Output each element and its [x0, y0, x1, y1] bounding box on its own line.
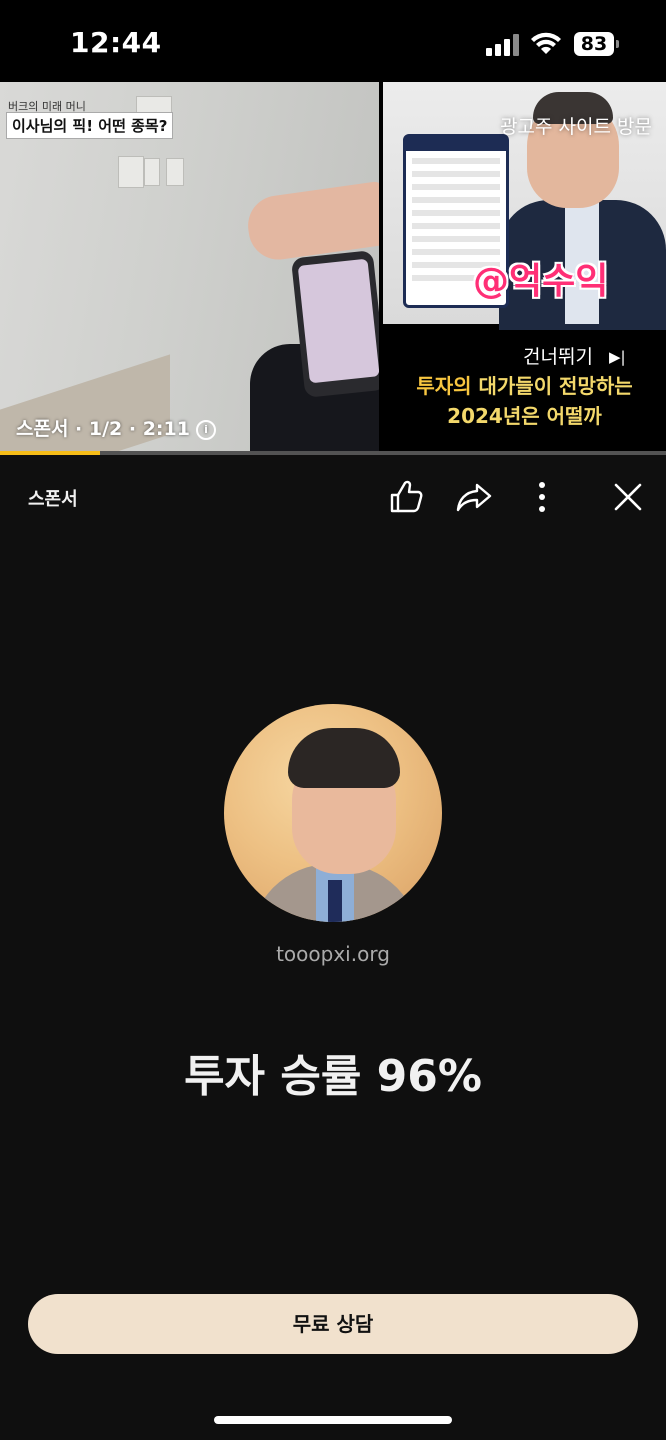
ad-toolbar: 스폰서: [0, 455, 666, 541]
hand-held-phone: [290, 250, 379, 398]
video-headline-line2: 2024년은 어떨까: [447, 404, 602, 428]
video-headline-rest: 대가들이 전망하는: [471, 374, 633, 398]
info-icon[interactable]: i: [195, 420, 216, 440]
skip-ad-button[interactable]: 건너뛰기 ▶|: [523, 342, 626, 369]
skip-icon: ▶|: [608, 348, 626, 366]
status-bar: 12:44 83: [0, 0, 666, 82]
video-headline-highlight: 투자의: [416, 374, 472, 398]
wifi-icon: [531, 32, 561, 54]
home-indicator[interactable]: [214, 1416, 452, 1424]
wall-switch-1: [118, 156, 144, 188]
free-consultation-button[interactable]: 무료 상담: [28, 1294, 638, 1354]
video-player[interactable]: 버크의 미래 머니 이사님의 픽! 어떤 종목? @억수익 광고주 사이트 방문…: [0, 82, 666, 454]
close-icon[interactable]: [608, 477, 648, 517]
avatar-tie: [328, 880, 342, 922]
battery-tip: [616, 40, 619, 48]
visit-advertiser-link[interactable]: 광고주 사이트 방문: [500, 112, 652, 139]
ad-info-text: 스폰서 · 1/2 · 2:11: [16, 418, 190, 440]
like-icon[interactable]: [386, 477, 426, 517]
share-icon[interactable]: [454, 477, 494, 517]
advertiser-domain[interactable]: tooopxi.org: [0, 942, 666, 966]
ad-info-label[interactable]: 스폰서 · 1/2 · 2:11 i: [16, 414, 216, 441]
ad-headline: 투자 승률 96%: [184, 1051, 482, 1102]
cellular-signal-icon: [486, 34, 520, 56]
video-right-scene: @억수익 광고주 사이트 방문 건너뛰기 ▶| 투자의 대가들이 전망하는 20…: [383, 82, 666, 454]
wall-switch-3: [166, 158, 184, 186]
wall-switch-2: [144, 158, 160, 186]
avatar-hair: [288, 728, 400, 788]
sponsor-label: 스폰서: [28, 489, 78, 510]
video-left-scene: 버크의 미래 머니 이사님의 픽! 어떤 종목?: [0, 82, 379, 454]
more-options-icon[interactable]: [522, 477, 562, 517]
battery-icon: 83: [574, 32, 614, 56]
skip-label: 건너뛰기: [523, 346, 593, 368]
video-caption: 이사님의 픽! 어떤 종목?: [6, 112, 174, 139]
promo-tag: @억수익: [473, 261, 609, 302]
status-time: 12:44: [70, 26, 162, 59]
advertiser-avatar[interactable]: [224, 704, 442, 922]
video-headline-line1: 투자의 대가들이 전망하는: [383, 370, 666, 399]
